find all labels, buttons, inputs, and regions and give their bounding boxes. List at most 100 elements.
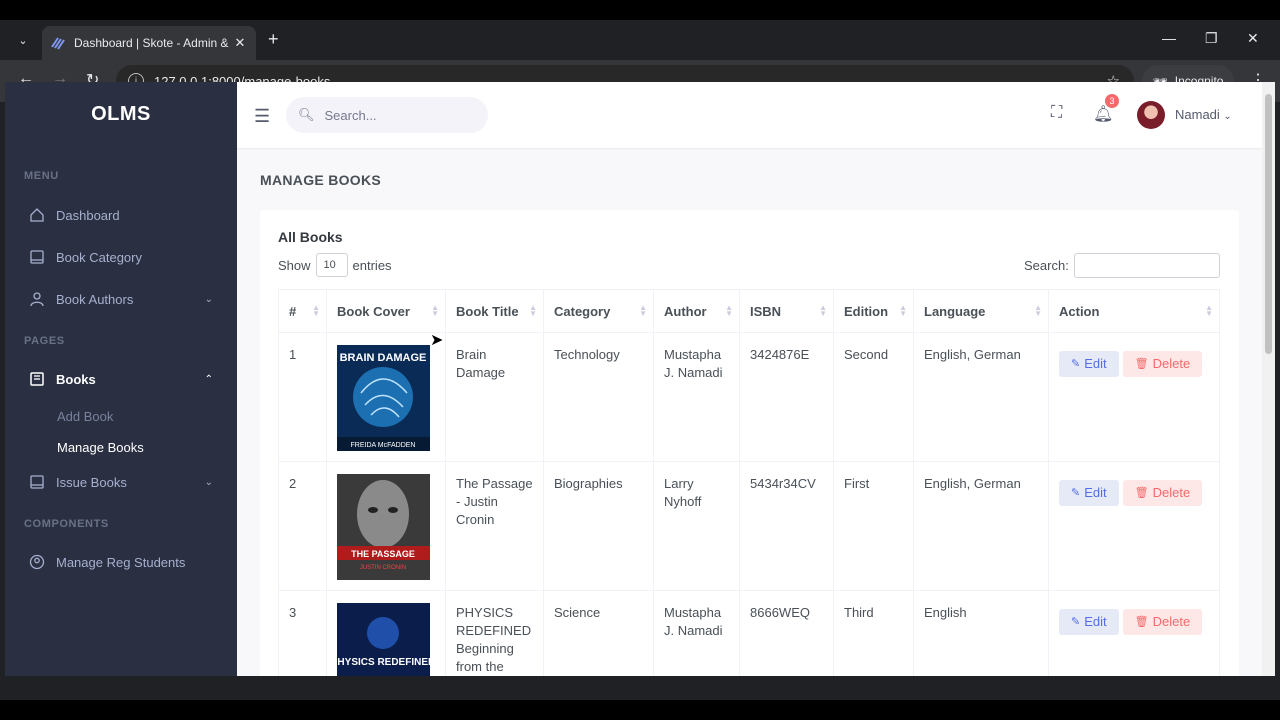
- header-edition[interactable]: Edition ▲ ▼: [833, 289, 914, 333]
- sort-icon: ▲ ▼: [725, 303, 733, 318]
- tab-bar: ⌄ Dashboard | Skote - Admin & D ✕ + — ❐ …: [0, 20, 1280, 60]
- books-table: # ▲ ▼ Book Cover ▲ ▼ Book Title ▲ ▼ Category ▲ ▼…: [278, 289, 1220, 676]
- edit-icon: ✎: [1071, 616, 1081, 628]
- cell-language: English, German: [913, 332, 1049, 462]
- book-icon: [29, 249, 45, 265]
- book-cover-image: PHYSICS REDEFINED: [337, 603, 430, 676]
- sidebar-item-label: Manage Reg Students: [56, 554, 186, 570]
- sidebar-subitem-add-book[interactable]: Add Book: [57, 409, 113, 424]
- sidebar-subitem-manage-books[interactable]: Manage Books: [57, 440, 144, 455]
- scrollbar-thumb[interactable]: [1265, 94, 1272, 354]
- sidebar-item-label: Book Category: [56, 249, 142, 265]
- cell-author: Larry Nyhoff: [653, 461, 740, 591]
- edit-icon: ✎: [1071, 487, 1081, 499]
- table-search-label: Search:: [1024, 258, 1069, 273]
- table-header-row: # ▲ ▼ Book Cover ▲ ▼ Book Title ▲ ▼ Category ▲ ▼…: [278, 289, 1220, 333]
- header-category[interactable]: Category ▲ ▼: [543, 289, 654, 333]
- cell-author: Mustapha J. Namadi: [653, 590, 740, 676]
- cell-number: 3: [278, 590, 327, 676]
- entries-label: entries: [352, 257, 392, 273]
- search-box[interactable]: 🔍︎ Search...: [286, 97, 488, 133]
- chevron-down-icon: ⌄: [204, 476, 213, 488]
- cell-edition: First: [833, 461, 914, 591]
- cell-action: ✎ Edit 🗑︎ Delete: [1048, 332, 1220, 462]
- entries-control: Show 10 entries: [278, 253, 392, 277]
- close-window-icon[interactable]: ✕: [1247, 30, 1259, 47]
- delete-button[interactable]: 🗑︎ Delete: [1122, 609, 1203, 635]
- user-circle-icon: [29, 554, 45, 570]
- chevron-down-icon: ⌄: [1223, 111, 1232, 122]
- sidebar-item-book-authors[interactable]: Book Authors ⌄: [5, 284, 237, 314]
- sidebar-item-book-category[interactable]: Book Category: [5, 242, 237, 272]
- header-language[interactable]: Language ▲ ▼: [913, 289, 1049, 333]
- books-card: All Books Show 10 entries Search: # ▲ ▼ Bo…: [260, 210, 1239, 676]
- search-input[interactable]: Search...: [325, 108, 377, 123]
- sidebar-item-books[interactable]: Books ⌃: [5, 364, 237, 394]
- sort-icon: ▲ ▼: [899, 303, 907, 318]
- avatar[interactable]: [1137, 101, 1165, 129]
- sort-icon: ▲ ▼: [1034, 303, 1042, 318]
- fullscreen-icon[interactable]: ⛶: [1051, 104, 1062, 122]
- table-search-input[interactable]: [1074, 253, 1220, 278]
- edit-button[interactable]: ✎ Edit: [1059, 609, 1119, 635]
- new-tab-icon[interactable]: +: [268, 29, 279, 50]
- cell-category: Biographies: [543, 461, 654, 591]
- entries-select[interactable]: 10: [315, 253, 348, 277]
- cell-title: PHYSICS REDEFINED Beginning from the: [445, 590, 544, 676]
- chevron-down-icon: ⌄: [204, 293, 213, 305]
- delete-button[interactable]: 🗑︎ Delete: [1122, 480, 1203, 506]
- notification-badge: 3: [1105, 94, 1119, 108]
- book-cover-image: THE PASSAGE JUSTIN CRONIN: [337, 474, 430, 580]
- cell-action: ✎ Edit 🗑︎ Delete: [1048, 590, 1220, 676]
- header-book-title[interactable]: Book Title ▲ ▼: [445, 289, 544, 333]
- pages-section-title: PAGES: [24, 335, 65, 347]
- table-row: 2 THE PASSAGE JUSTIN CRONIN The Passage …: [278, 461, 1220, 591]
- mouse-cursor-icon: ➤: [430, 332, 444, 349]
- skote-favicon-icon: [51, 37, 65, 50]
- cell-number: 1: [278, 332, 327, 462]
- restore-icon[interactable]: ❐: [1205, 30, 1218, 47]
- sidebar-item-label: Dashboard: [56, 207, 120, 223]
- edit-button[interactable]: ✎ Edit: [1059, 480, 1119, 506]
- cell-isbn: 5434r34CV: [739, 461, 834, 591]
- sidebar-item-manage-reg-students[interactable]: Manage Reg Students: [5, 547, 237, 577]
- table-row: 3 PHYSICS REDEFINED PHYSICS REDEFINED Be…: [278, 590, 1220, 676]
- header-action[interactable]: Action ▲ ▼: [1048, 289, 1220, 333]
- trash-icon: 🗑︎: [1134, 487, 1149, 499]
- header-author[interactable]: Author ▲ ▼: [653, 289, 740, 333]
- cell-category: Science: [543, 590, 654, 676]
- tab-close-icon[interactable]: ✕: [232, 35, 248, 51]
- trash-icon: 🗑︎: [1134, 358, 1149, 370]
- sort-icon: ▲ ▼: [312, 303, 320, 318]
- user-icon: [29, 291, 45, 307]
- main-content: MANAGE BOOKS All Books Show 10 entries S…: [237, 148, 1262, 676]
- header-book-cover[interactable]: Book Cover ▲ ▼: [326, 289, 446, 333]
- header-isbn[interactable]: ISBN ▲ ▼: [739, 289, 834, 333]
- page-scrollbar[interactable]: [1262, 82, 1275, 676]
- hamburger-menu-icon[interactable]: ☰: [254, 106, 270, 127]
- cell-isbn: 8666WEQ: [739, 590, 834, 676]
- sidebar: OLMS MENU Dashboard Book Category Book A…: [5, 82, 237, 676]
- sort-icon: ▲ ▼: [1205, 303, 1213, 318]
- sidebar-item-label: Books: [56, 371, 96, 387]
- delete-button[interactable]: 🗑︎ Delete: [1122, 351, 1203, 377]
- book-icon: [29, 474, 45, 490]
- app-logo[interactable]: OLMS: [5, 82, 237, 146]
- minimize-icon[interactable]: —: [1162, 30, 1176, 46]
- header-number[interactable]: # ▲ ▼: [278, 289, 327, 333]
- tab-search-button[interactable]: ⌄: [10, 27, 36, 53]
- sidebar-item-issue-books[interactable]: Issue Books ⌄: [5, 467, 237, 497]
- home-icon: [29, 207, 45, 223]
- sidebar-item-dashboard[interactable]: Dashboard: [5, 200, 237, 230]
- cell-title: Brain Damage: [445, 332, 544, 462]
- cell-language: English, German: [913, 461, 1049, 591]
- book-cover-image: BRAIN DAMAGE FREIDA McFADDEN: [337, 345, 430, 451]
- edit-button[interactable]: ✎ Edit: [1059, 351, 1119, 377]
- svg-text:PHYSICS REDEFINED: PHYSICS REDEFINED: [337, 657, 430, 668]
- browser-tab[interactable]: Dashboard | Skote - Admin & D ✕: [42, 26, 256, 60]
- user-menu[interactable]: Namadi ⌄: [1175, 107, 1232, 122]
- cell-number: 2: [278, 461, 327, 591]
- trash-icon: 🗑︎: [1134, 616, 1149, 628]
- cell-isbn: 3424876E: [739, 332, 834, 462]
- cell-edition: Second: [833, 332, 914, 462]
